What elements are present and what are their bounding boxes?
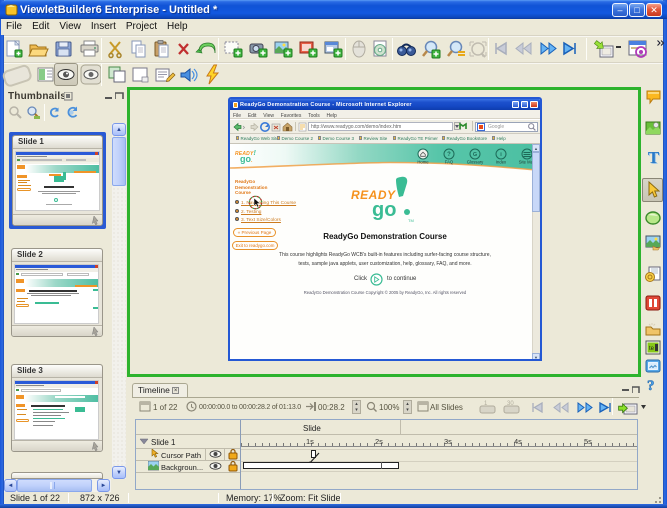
svg-text:G: G: [473, 152, 477, 158]
svg-text:Home: Home: [417, 160, 429, 165]
svg-text:FAQ: FAQ: [445, 160, 454, 165]
svg-text:te: te: [649, 346, 655, 352]
svg-text:i: i: [500, 152, 502, 158]
svg-text:Index: Index: [496, 160, 507, 165]
svg-text:?: ?: [647, 378, 655, 394]
svg-text:?: ?: [447, 152, 451, 158]
svg-text:Glossary: Glossary: [467, 160, 484, 165]
